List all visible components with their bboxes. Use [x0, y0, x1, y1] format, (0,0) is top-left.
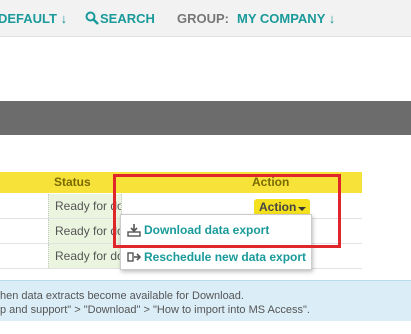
- reschedule-icon: [127, 252, 141, 262]
- status-text: Ready for do: [55, 249, 122, 263]
- status-column-header: Status: [54, 175, 91, 189]
- highlight-box: [113, 174, 341, 248]
- default-filter-link[interactable]: DEFAULT ↓: [0, 11, 67, 26]
- menu-item-reschedule-label: Reschedule new data export: [144, 250, 307, 264]
- status-text: Ready for download: [55, 199, 121, 213]
- info-panel: hen data extracts become available for D…: [0, 280, 411, 321]
- search-icon[interactable]: [85, 11, 99, 25]
- default-arrow-icon: ↓: [60, 11, 68, 26]
- status-cell: Ready for download: [48, 194, 122, 218]
- group-company-label: MY COMPANY: [237, 11, 326, 26]
- group-label: GROUP:: [177, 11, 229, 26]
- status-text: Ready for do: [55, 224, 122, 238]
- section-header-bar: [0, 101, 411, 135]
- status-cell: Ready for do: [48, 219, 122, 243]
- group-selector[interactable]: MY COMPANY ↓: [237, 11, 335, 26]
- menu-item-reschedule[interactable]: Reschedule new data export: [127, 249, 309, 269]
- search-link[interactable]: SEARCH: [100, 11, 155, 26]
- status-cell: Ready for do: [48, 244, 122, 268]
- default-filter-label: DEFAULT: [0, 11, 57, 26]
- info-line-2: p and support" > "Download" > "How to im…: [0, 304, 310, 316]
- company-arrow-icon: ↓: [328, 11, 336, 26]
- info-line-1: hen data extracts become available for D…: [0, 290, 244, 302]
- top-bar: DEFAULT ↓ SEARCH GROUP: MY COMPANY ↓: [0, 0, 411, 37]
